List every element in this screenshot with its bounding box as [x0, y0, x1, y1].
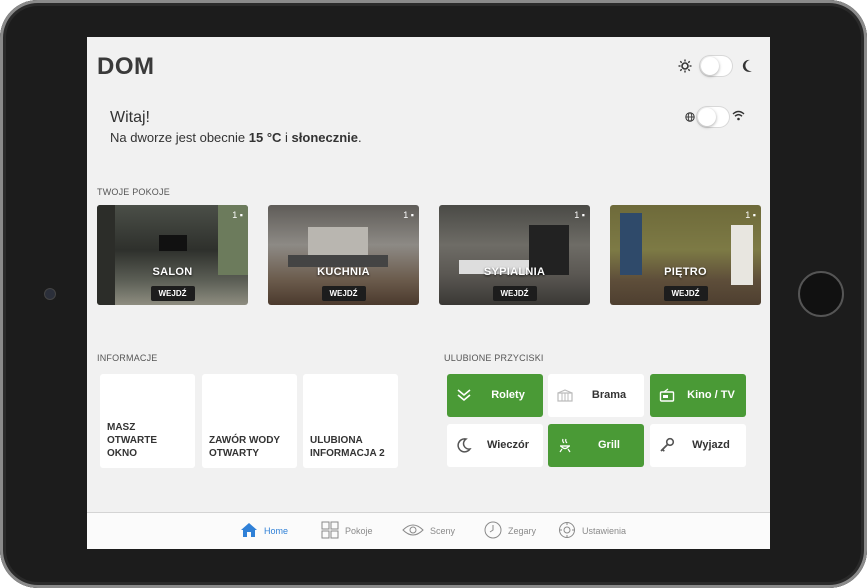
room-device-count: 1 ▪ [232, 210, 243, 220]
key-icon [659, 437, 675, 453]
room-name: SALON [152, 266, 193, 278]
moon-icon [741, 59, 753, 76]
info-card[interactable]: ZAWÓR WODY OTWARTY [202, 374, 297, 468]
bottom-tab-bar: Home Pokoje Sceny Zegary Ustawienia [87, 512, 770, 549]
enter-room-button[interactable]: WEJDŹ [321, 286, 366, 301]
tab-home[interactable]: Home [240, 521, 288, 541]
camera-icon [44, 288, 56, 300]
grid-icon [321, 521, 339, 541]
favorite-button-kino-tv[interactable]: Kino / TV [650, 374, 746, 417]
gate-icon [557, 387, 573, 403]
info-card[interactable]: MASZ OTWARTE OKNO [100, 374, 195, 468]
favorite-label: Wyjazd [692, 439, 730, 451]
favorites-section-label: ULUBIONE PRZYCISKI [444, 353, 544, 363]
tv-icon [659, 387, 675, 403]
room-card-salon[interactable]: 1 ▪ SALON WEJDŹ [97, 205, 248, 305]
tab-label: Pokoje [345, 526, 373, 536]
globe-icon [685, 111, 695, 125]
favorite-label: Rolety [491, 389, 525, 401]
tab-label: Home [264, 526, 289, 536]
blinds-icon [456, 387, 472, 403]
tab-sceny[interactable]: Sceny [402, 521, 455, 541]
tab-label: Zegary [508, 526, 537, 536]
room-name: PIĘTRO [664, 266, 707, 278]
favorite-button-wieczor[interactable]: Wieczór [447, 424, 543, 467]
weather-suffix: . [358, 130, 362, 145]
tab-pokoje[interactable]: Pokoje [321, 521, 373, 541]
app-screen: DOM Witaj! Na dworze jest obecnie 15 °C … [87, 37, 770, 549]
info-text: ULUBIONA INFORMACJA 2 [310, 435, 385, 459]
weather-condition: słonecznie [291, 130, 359, 145]
favorite-label: Brama [591, 389, 627, 401]
weather-prefix: Na dworze jest obecnie [110, 130, 249, 145]
favorite-button-rolety[interactable]: Rolety [447, 374, 543, 417]
favorite-label: Wieczór [486, 439, 530, 451]
tab-ustawienia[interactable]: Ustawienia [558, 521, 626, 541]
home-hardware-button[interactable] [798, 271, 844, 317]
favorite-label: Kino / TV [687, 389, 735, 401]
tab-label: Ustawienia [582, 526, 627, 536]
room-card-sypialnia[interactable]: 1 ▪ SYPIALNIA WEJDŹ [439, 205, 590, 305]
network-toggle[interactable] [697, 107, 729, 127]
room-card-kuchnia[interactable]: 1 ▪ KUCHNIA WEJDŹ [268, 205, 419, 305]
tablet-frame: DOM Witaj! Na dworze jest obecnie 15 °C … [0, 0, 867, 588]
room-device-count: 1 ▪ [745, 210, 756, 220]
moon-icon [456, 437, 472, 453]
room-card-pietro[interactable]: 1 ▪ PIĘTRO WEJDŹ [610, 205, 761, 305]
weather-mid: i [281, 130, 292, 145]
wifi-icon [732, 110, 745, 124]
favorite-button-wyjazd[interactable]: Wyjazd [650, 424, 746, 467]
grill-icon [557, 437, 573, 453]
theme-toggle[interactable] [700, 56, 732, 76]
weather-text: Na dworze jest obecnie 15 °C i słoneczni… [110, 130, 362, 145]
room-device-count: 1 ▪ [403, 210, 414, 220]
enter-room-button[interactable]: WEJDŹ [663, 286, 708, 301]
info-text: ZAWÓR WODY OTWARTY [209, 435, 281, 459]
info-text: MASZ OTWARTE OKNO [107, 422, 157, 459]
favorite-label: Grill [597, 439, 620, 451]
enter-room-button[interactable]: WEJDŹ [150, 286, 195, 301]
favorite-button-brama[interactable]: Brama [548, 374, 644, 417]
tab-zegary[interactable]: Zegary [484, 521, 536, 541]
info-section-label: INFORMACJE [97, 353, 158, 363]
enter-room-button[interactable]: WEJDŹ [492, 286, 537, 301]
room-name: KUCHNIA [317, 266, 370, 278]
info-card[interactable]: ULUBIONA INFORMACJA 2 [303, 374, 398, 468]
sun-icon [678, 59, 692, 76]
favorite-button-grill[interactable]: Grill [548, 424, 644, 467]
eye-icon [402, 523, 424, 539]
room-device-count: 1 ▪ [574, 210, 585, 220]
page-title: DOM [97, 53, 155, 80]
tab-label: Sceny [430, 526, 456, 536]
home-icon [240, 522, 258, 540]
greeting-text: Witaj! [110, 109, 150, 126]
temperature-value: 15 °C [248, 130, 282, 145]
clock-icon [484, 521, 502, 541]
settings-icon [558, 521, 576, 541]
room-name: SYPIALNIA [483, 266, 546, 278]
rooms-section-label: TWOJE POKOJE [97, 187, 170, 197]
